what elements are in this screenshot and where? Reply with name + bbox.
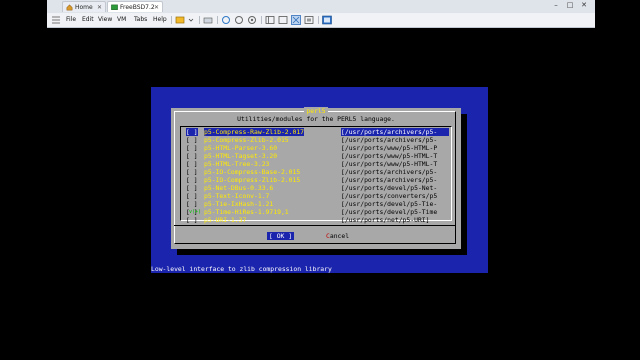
send-ctrl-alt-del-icon[interactable] bbox=[203, 15, 213, 25]
item-path: [/usr/ports/devel/p5-Time bbox=[341, 208, 438, 216]
item-checkbox[interactable]: [ ] bbox=[186, 176, 198, 184]
item-name: p5-Time-HiRes-1.9719,1 bbox=[204, 208, 289, 216]
item-name: p5-HTML-Parser-3.60 bbox=[204, 144, 278, 152]
tab-freebsd[interactable]: FreeBSD7.2 ✕ bbox=[107, 1, 163, 12]
grip-icon bbox=[52, 16, 60, 24]
tab-bar: Home ✕ FreeBSD7.2 ✕ – □ ✕ bbox=[47, 0, 595, 14]
toolbar-separator bbox=[318, 16, 319, 24]
vm-window: Home ✕ FreeBSD7.2 ✕ – □ ✕ File Edit View V… bbox=[47, 0, 595, 360]
cancel-button[interactable]: Cancel bbox=[326, 232, 349, 240]
close-tab-icon[interactable]: ✕ bbox=[97, 2, 102, 13]
menu-help[interactable]: Help bbox=[153, 13, 167, 27]
tab-home-label: Home bbox=[75, 4, 93, 11]
item-path: [/usr/ports/devel/p5-Tie- bbox=[341, 200, 438, 208]
item-name: p5-HTML-Tagset-3.20 bbox=[204, 152, 278, 160]
tab-freebsd-label: FreeBSD7.2 bbox=[120, 4, 155, 11]
dialog-subtitle: Utilities/modules for the PERL5 language… bbox=[237, 115, 395, 123]
minimize-button[interactable]: – bbox=[549, 1, 563, 9]
package-list: [ ] p5-Compress-Raw-Zlib-2.017 [/usr/por… bbox=[180, 126, 452, 224]
item-checkbox[interactable]: [ ] bbox=[186, 168, 198, 176]
snapshot-manager-icon[interactable] bbox=[247, 15, 257, 25]
menu-file[interactable]: File bbox=[66, 13, 76, 27]
toolbar-separator bbox=[199, 16, 200, 24]
dialog-title: perl5 bbox=[304, 107, 328, 115]
tab-home[interactable]: Home ✕ bbox=[62, 1, 106, 12]
item-checkbox[interactable]: [ ] bbox=[186, 144, 198, 152]
menu-edit[interactable]: Edit bbox=[82, 13, 94, 27]
item-path: [/usr/ports/www/p5-HTML-P bbox=[341, 144, 438, 152]
item-path: [/usr/ports/net/p5-URI] bbox=[341, 216, 430, 224]
toolbar-separator bbox=[261, 16, 262, 24]
item-name: p5-Text-Iconv-1.7 bbox=[204, 192, 270, 200]
toolbar-separator bbox=[217, 16, 218, 24]
item-checkbox[interactable]: [ ] bbox=[186, 128, 198, 136]
menu-vm[interactable]: VM bbox=[117, 13, 126, 27]
item-path: [/usr/ports/archivers/p5- bbox=[341, 128, 449, 136]
item-path: [/usr/ports/archivers/p5- bbox=[341, 136, 438, 144]
console-icon[interactable] bbox=[322, 15, 332, 25]
unity-icon[interactable] bbox=[304, 15, 314, 25]
item-checkbox[interactable]: [ ] bbox=[186, 184, 198, 192]
power-icon[interactable] bbox=[175, 15, 185, 25]
window-controls: – □ ✕ bbox=[549, 1, 591, 12]
item-name: p5-Compress-Zlib-2.015 bbox=[204, 136, 289, 144]
console-view-icon[interactable] bbox=[278, 15, 288, 25]
item-name: p5-Net-DBus-0.33.6 bbox=[204, 184, 274, 192]
item-checkbox[interactable]: [ ] bbox=[186, 160, 198, 168]
item-checkbox[interactable]: [ ] bbox=[186, 216, 198, 224]
dropdown-arrow-icon[interactable] bbox=[186, 15, 196, 25]
item-checkbox[interactable]: [ ] bbox=[186, 152, 198, 160]
item-name: p5-Tie-IxHash-1.21 bbox=[204, 200, 274, 208]
snapshot-icon[interactable] bbox=[221, 15, 231, 25]
vm-icon bbox=[111, 4, 118, 10]
maximize-button[interactable]: □ bbox=[563, 1, 577, 9]
ok-button[interactable]: [ OK ] bbox=[267, 232, 295, 240]
close-button[interactable]: ✕ bbox=[577, 1, 591, 9]
close-tab-icon[interactable]: ✕ bbox=[154, 2, 159, 13]
item-name: p5-Compress-Raw-Zlib-2.017 bbox=[204, 128, 305, 136]
status-line: Low-level interface to zlib compression … bbox=[151, 265, 332, 273]
item-name: p5-URI-1.37 bbox=[204, 216, 247, 224]
vm-screen[interactable]: perl5 Utilities/modules for the PERL5 la… bbox=[47, 28, 595, 360]
item-checkbox[interactable]: [ ] bbox=[186, 200, 198, 208]
sidebar-view-icon[interactable] bbox=[265, 15, 275, 25]
item-path: [/usr/ports/archivers/p5- bbox=[341, 176, 438, 184]
item-path: [/usr/ports/devel/p5-Net- bbox=[341, 184, 438, 192]
item-name: p5-IO-Compress-Base-2.015 bbox=[204, 168, 301, 176]
toolbar-separator bbox=[171, 16, 172, 24]
fullscreen-icon[interactable] bbox=[291, 15, 301, 25]
cancel-label: ancel bbox=[329, 232, 350, 240]
menu-bar: File Edit View VM Tabs Help bbox=[47, 13, 595, 28]
scroll-more-indicator: v(+) bbox=[189, 209, 202, 215]
item-path: [/usr/ports/www/p5-HTML-T bbox=[341, 160, 438, 168]
item-name: p5-HTML-Tree-3.23 bbox=[204, 160, 270, 168]
button-divider bbox=[174, 225, 456, 227]
menu-tabs[interactable]: Tabs bbox=[134, 13, 147, 27]
item-name: p5-IO-Compress-Zlib-2.015 bbox=[204, 176, 301, 184]
revert-snapshot-icon[interactable] bbox=[234, 15, 244, 25]
package-dialog: perl5 Utilities/modules for the PERL5 la… bbox=[171, 107, 461, 249]
item-path: [/usr/ports/converters/p5 bbox=[341, 192, 438, 200]
item-path: [/usr/ports/www/p5-HTML-T bbox=[341, 152, 438, 160]
item-checkbox[interactable]: [ ] bbox=[186, 136, 198, 144]
item-checkbox[interactable]: [ ] bbox=[186, 192, 198, 200]
home-icon bbox=[66, 4, 73, 11]
item-path: [/usr/ports/archivers/p5- bbox=[341, 168, 438, 176]
menu-view[interactable]: View bbox=[98, 13, 112, 27]
